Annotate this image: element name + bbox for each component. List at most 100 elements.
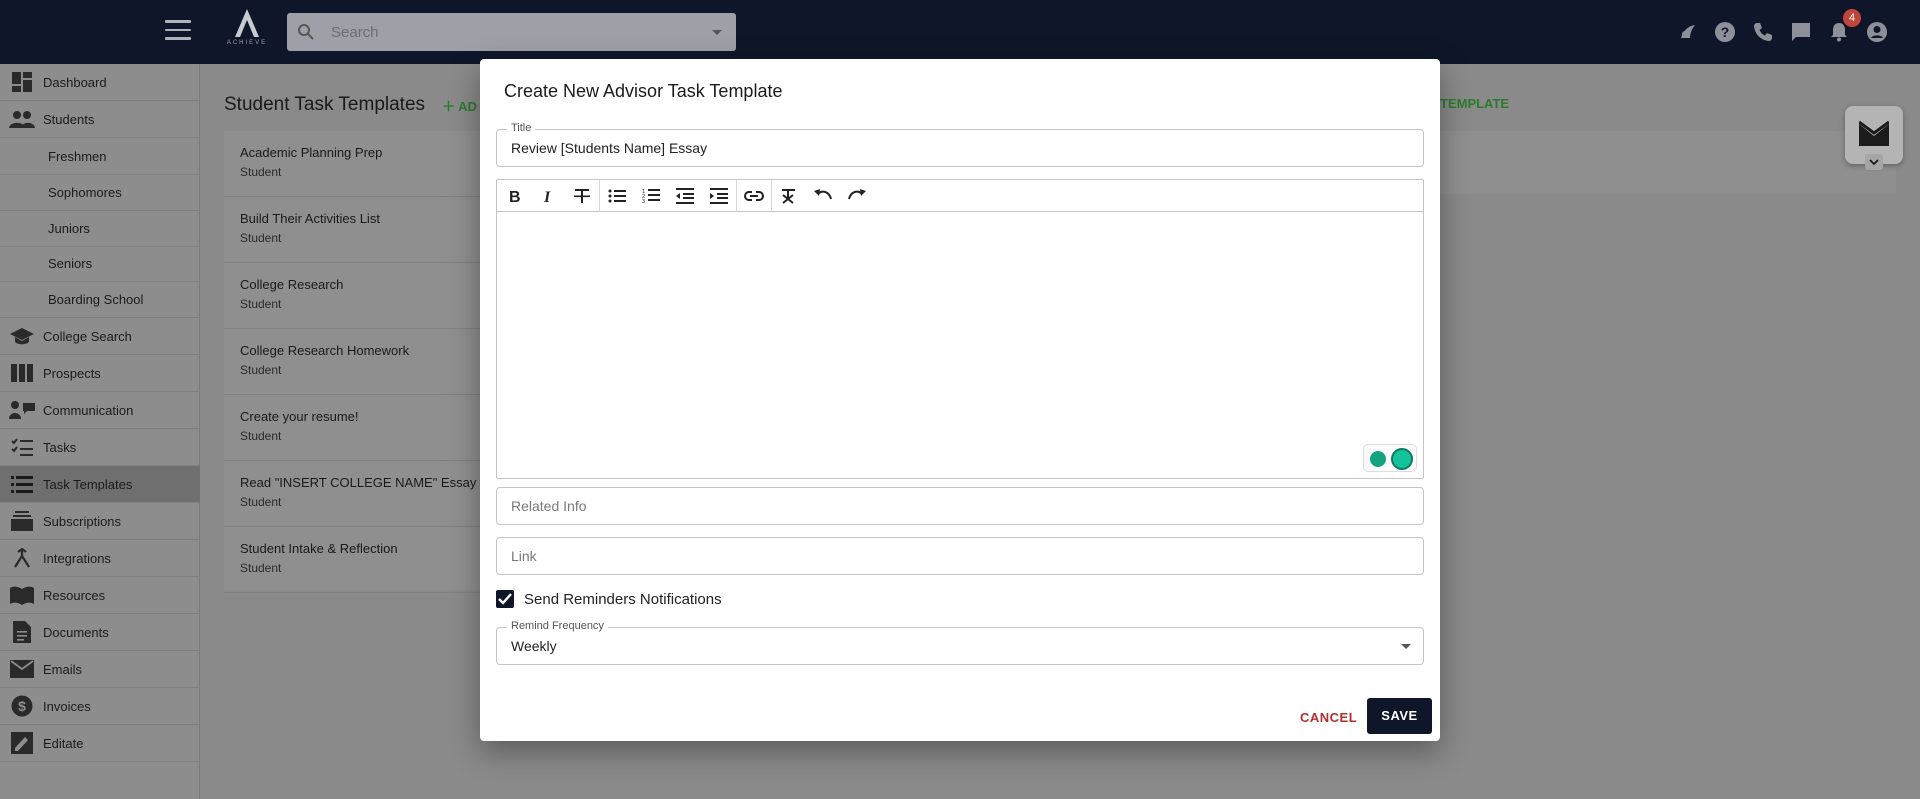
list-item[interactable]: College Research Homework Student	[224, 329, 480, 395]
sidebar-item-label: College Search	[43, 328, 132, 344]
bold-button[interactable]: B	[497, 180, 531, 212]
template-name: Create your resume!	[240, 409, 359, 424]
send-reminders-row: Send Reminders Notifications	[496, 589, 722, 609]
grammarly-widget[interactable]	[1363, 444, 1417, 472]
sidebar-item-emails[interactable]: Emails	[0, 651, 200, 688]
theme-icon[interactable]	[1676, 20, 1700, 44]
sidebar-item-students[interactable]: Students	[0, 101, 200, 138]
related-info-field[interactable]: Related Info	[496, 487, 1424, 525]
sidebar-item-prospects[interactable]: Prospects	[0, 355, 200, 392]
title-field[interactable]: Title Review [Students Name] Essay	[496, 122, 1424, 167]
numbered-list-icon: 123	[642, 189, 660, 203]
students-icon	[9, 108, 35, 130]
menu-icon[interactable]	[165, 20, 191, 42]
rich-text-editor[interactable]: B I 123	[496, 179, 1424, 479]
sidebar-item-task-templates[interactable]: Task Templates	[0, 466, 200, 503]
redo-button[interactable]	[840, 180, 874, 212]
list-icon	[9, 473, 35, 495]
svg-text:B: B	[509, 189, 521, 204]
remind-frequency-value: Weekly	[511, 638, 557, 654]
notification-badge: 4	[1843, 9, 1861, 27]
chevron-down-icon[interactable]	[1865, 154, 1883, 170]
template-type: Student	[240, 363, 282, 377]
template-type: Student	[240, 297, 282, 311]
undo-button[interactable]	[806, 180, 840, 212]
grammarly-icon[interactable]	[1391, 448, 1413, 470]
link-field[interactable]: Link	[496, 537, 1424, 575]
italic-button[interactable]: I	[531, 180, 565, 212]
list-item[interactable]: Create your resume! Student	[224, 395, 480, 461]
sidebar-item-juniors[interactable]: Juniors	[0, 210, 200, 247]
logo[interactable]: ACHIEVE	[222, 8, 272, 56]
sidebar-item-label: Dashboard	[43, 74, 107, 90]
account-icon[interactable]	[1865, 20, 1889, 44]
save-button[interactable]: SAVE	[1367, 698, 1432, 734]
document-icon	[9, 621, 35, 643]
sidebar-item-freshmen[interactable]: Freshmen	[0, 138, 200, 175]
sidebar-item-invoices[interactable]: $ Invoices	[0, 688, 200, 725]
sidebar-item-subscriptions[interactable]: Subscriptions	[0, 503, 200, 540]
help-icon[interactable]: ?	[1713, 20, 1737, 44]
sidebar-item-label: Documents	[43, 624, 109, 640]
mail-icon	[9, 658, 35, 680]
logo-icon	[235, 9, 259, 37]
bold-icon: B	[509, 189, 521, 204]
list-item[interactable]: Academic Planning Prep Student	[224, 131, 480, 197]
clear-format-icon	[782, 188, 795, 204]
sidebar-item-label: Subscriptions	[43, 513, 122, 529]
strikethrough-button[interactable]	[565, 180, 599, 212]
chevron-down-icon[interactable]	[712, 30, 722, 35]
cancel-button[interactable]: CANCEL	[1292, 700, 1365, 736]
sidebar-item-label: Integrations	[43, 550, 111, 566]
add-advisor-template-button[interactable]: TEMPLATE	[1440, 96, 1509, 111]
editor-content[interactable]	[497, 213, 1423, 478]
numbered-list-button[interactable]: 123	[634, 180, 668, 212]
sidebar-item-college-search[interactable]: College Search	[0, 318, 200, 355]
feedback-button[interactable]	[1845, 106, 1903, 170]
template-type: Student	[240, 231, 282, 245]
sidebar-item-tasks[interactable]: Tasks	[0, 429, 200, 466]
bullet-list-button[interactable]	[600, 180, 634, 212]
title-field-value: Review [Students Name] Essay	[511, 140, 708, 156]
sidebar-item-sophomores[interactable]: Sophomores	[0, 174, 200, 211]
sidebar-item-label: Boarding School	[48, 291, 144, 307]
related-info-placeholder: Related Info	[511, 498, 587, 514]
template-name: Read "INSERT COLLEGE NAME" Essay Pro	[240, 475, 480, 490]
sidebar-item-label: Editate	[43, 735, 84, 751]
sidebar-item-communication[interactable]: Communication	[0, 392, 200, 429]
merge-icon	[9, 547, 35, 569]
communication-icon	[9, 399, 35, 421]
list-item[interactable]: Student Intake & Reflection Student	[224, 527, 480, 593]
search-input[interactable]: Search	[287, 13, 736, 51]
chevron-down-icon[interactable]	[1401, 644, 1411, 649]
dialog-title: Create New Advisor Task Template	[504, 81, 783, 101]
undo-icon	[814, 188, 832, 199]
svg-text:?: ?	[1721, 24, 1730, 40]
indent-button[interactable]	[702, 180, 736, 212]
sidebar-item-boarding-school[interactable]: Boarding School	[0, 281, 200, 318]
outdent-button[interactable]	[668, 180, 702, 212]
chat-icon[interactable]	[1789, 20, 1813, 44]
redo-icon	[848, 188, 866, 199]
sidebar-item-label: Juniors	[48, 220, 90, 236]
list-item[interactable]: Read "INSERT COLLEGE NAME" Essay Pro Stud…	[224, 461, 480, 527]
sidebar-item-seniors[interactable]: Seniors	[0, 245, 200, 282]
sidebar-item-resources[interactable]: Resources	[0, 577, 200, 614]
sidebar-item-label: Resources	[43, 587, 106, 603]
list-item[interactable]: Build Their Activities List Student	[224, 197, 480, 263]
outdent-icon	[676, 187, 694, 204]
add-template-button[interactable]: ＋ AD	[442, 96, 477, 115]
send-reminders-checkbox[interactable]	[496, 590, 514, 608]
search-placeholder: Search	[331, 24, 379, 41]
sidebar-item-integrations[interactable]: Integrations	[0, 540, 200, 577]
list-item[interactable]: College Research Student	[224, 263, 480, 329]
phone-icon[interactable]	[1751, 20, 1775, 44]
sidebar-item-documents[interactable]: Documents	[0, 614, 200, 651]
grammarly-suggestion-icon[interactable]	[1370, 451, 1386, 467]
sidebar-item-editate[interactable]: Editate	[0, 725, 200, 762]
sidebar-item-dashboard[interactable]: Dashboard	[0, 64, 200, 101]
sidebar-item-label: Prospects	[43, 365, 101, 381]
remind-frequency-select[interactable]: Remind Frequency Weekly	[496, 620, 1424, 665]
clear-format-button[interactable]	[772, 180, 806, 212]
link-button[interactable]	[737, 180, 771, 212]
